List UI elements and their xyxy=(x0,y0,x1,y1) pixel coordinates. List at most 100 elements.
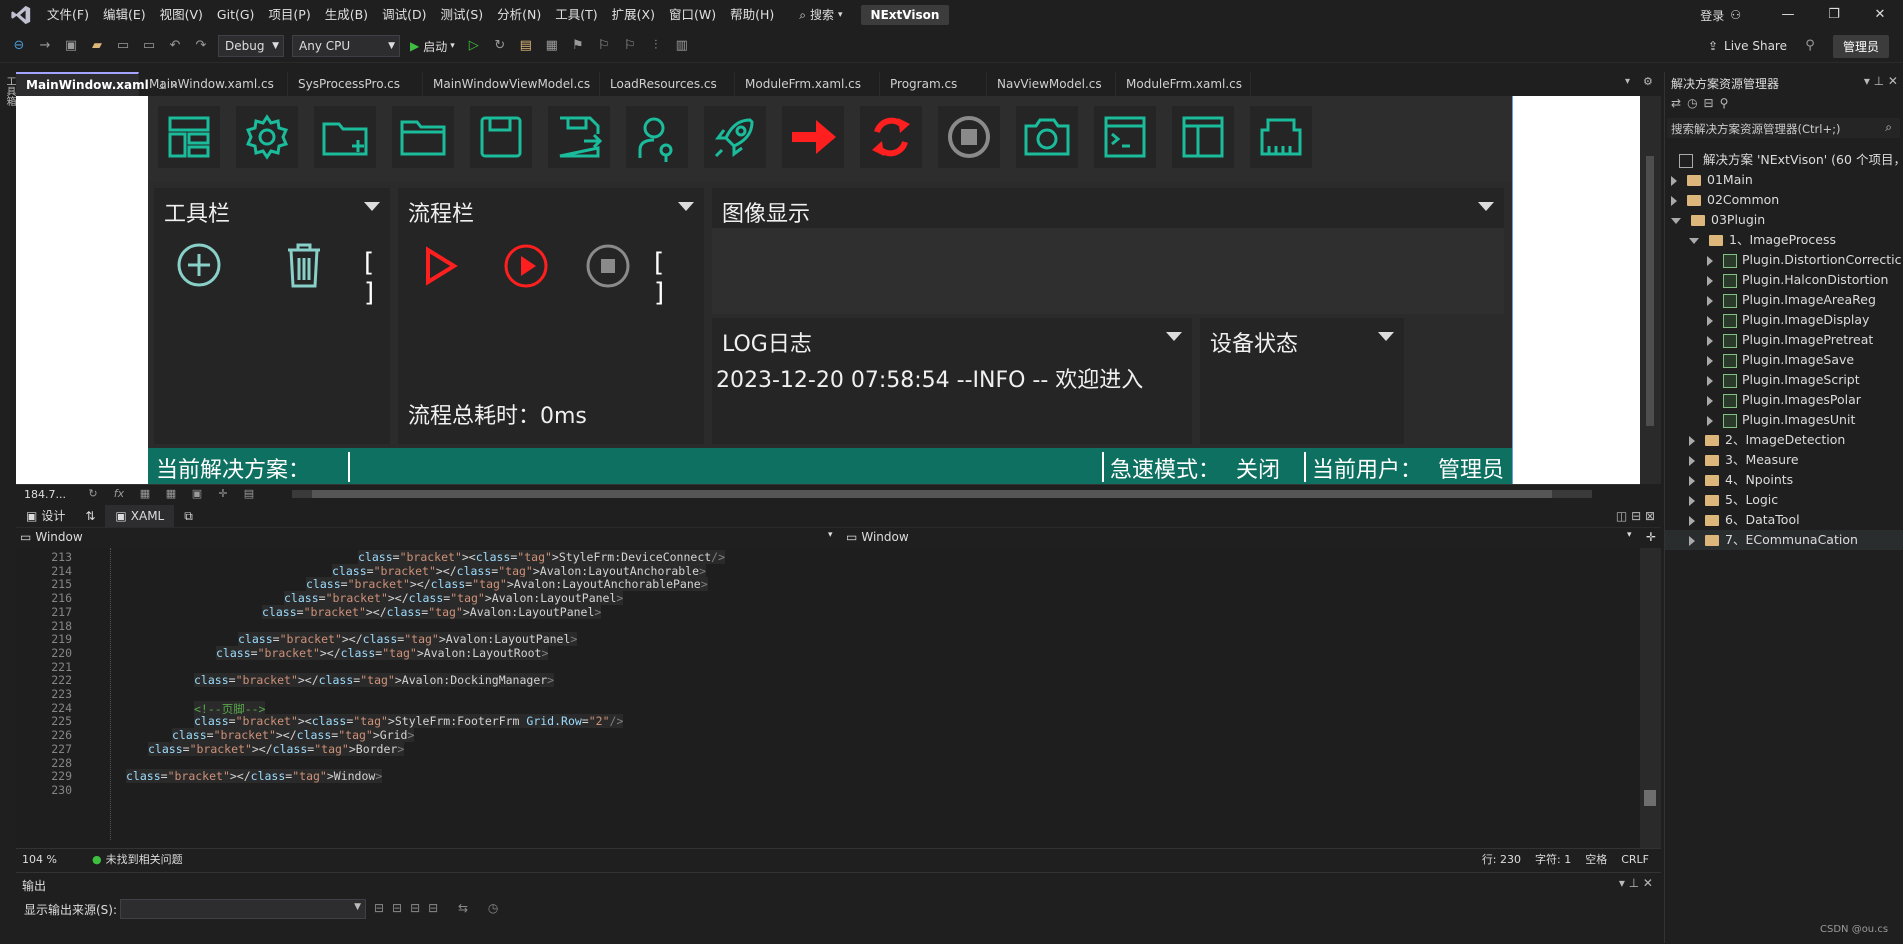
visual-studio-logo-icon[interactable] xyxy=(10,4,32,26)
tree-project-item[interactable]: Plugin.HalconDistortion xyxy=(1707,270,1888,290)
document-tab[interactable]: ModuleFrm.xaml.cs xyxy=(1116,72,1251,96)
swap-panes-icon[interactable]: ⇅ xyxy=(75,505,105,527)
panel-controls[interactable]: ▾ ⊥ ✕ xyxy=(1864,74,1898,88)
tree-folder-item[interactable]: 02Common xyxy=(1671,190,1779,210)
menu-item[interactable]: 文件(F) xyxy=(40,0,96,30)
xaml-code-editor[interactable]: 213 class="bracket"><class="tag">StyleFrm… xyxy=(16,548,1640,850)
stop-icon[interactable] xyxy=(938,106,1000,168)
element-selector-right[interactable]: ▭ Window xyxy=(846,530,909,544)
sync-icon[interactable]: ⇄ xyxy=(1671,96,1687,110)
flow-panel-caret-icon[interactable] xyxy=(678,202,694,211)
menu-item[interactable]: 帮助(H) xyxy=(723,0,781,30)
menu-item[interactable]: 调试(D) xyxy=(375,0,433,30)
bookmark-icon[interactable]: ⚑ xyxy=(567,35,589,57)
code-line[interactable]: class="bracket"></class="tag">Grid> xyxy=(172,728,415,743)
tree-project-item[interactable]: Plugin.ImageSave xyxy=(1707,350,1854,370)
add-circle-icon[interactable] xyxy=(174,240,224,290)
search-menu[interactable]: ⌕ 搜索 ▾ xyxy=(791,0,850,30)
artboard-icon[interactable]: ▣ xyxy=(186,483,208,505)
bracket-icon[interactable]: [ ] xyxy=(654,248,704,308)
element-selector-left[interactable]: ▭ Window xyxy=(20,530,83,544)
output-controls[interactable]: ▾ ⊥ ✕ xyxy=(1619,876,1653,890)
tree-project-item[interactable]: Plugin.ImagesUnit xyxy=(1707,410,1855,430)
fx-icon[interactable]: fx xyxy=(108,483,130,505)
document-tab[interactable]: SysProcessPro.cs xyxy=(288,72,423,96)
editor-vertical-scrollbar[interactable] xyxy=(1640,548,1661,848)
folder-icon[interactable] xyxy=(392,106,454,168)
tree-folder-item[interactable]: 03Plugin xyxy=(1671,210,1765,230)
tree-project-item[interactable]: Plugin.ImageDisplay xyxy=(1707,310,1869,330)
snap-icon[interactable]: ✛ xyxy=(212,483,234,505)
tools-panel-caret-icon[interactable] xyxy=(364,202,380,211)
collapsed-arrow-icon[interactable] xyxy=(1671,195,1677,206)
collapsed-arrow-icon[interactable] xyxy=(1689,435,1695,446)
solution-search-box[interactable]: 搜索解决方案资源管理器(Ctrl+;) ⌕ xyxy=(1667,118,1900,138)
start-without-debug-icon[interactable]: ▷ xyxy=(463,35,485,57)
align-icon[interactable]: ⫶ xyxy=(645,35,667,57)
collapsed-arrow-icon[interactable] xyxy=(1707,255,1713,266)
code-line[interactable]: class="bracket"></class="tag">Avalon:Lay… xyxy=(306,577,708,592)
menu-item[interactable]: 扩展(X) xyxy=(605,0,662,30)
document-tab[interactable]: MainWindowViewModel.cs xyxy=(423,72,600,96)
refresh-icon[interactable] xyxy=(860,106,922,168)
close-window-button[interactable]: ✕ xyxy=(1857,0,1903,30)
tree-folder-item[interactable]: 6、DataTool xyxy=(1689,510,1800,530)
char-indicator[interactable]: 字符: 1 xyxy=(1535,851,1571,867)
code-line[interactable]: class="bracket"></class="tag">Avalon:Lay… xyxy=(284,591,624,606)
minimize-button[interactable]: — xyxy=(1765,0,1811,30)
log-panel-caret-icon[interactable] xyxy=(1166,332,1182,341)
refresh-icon[interactable]: ↻ xyxy=(82,483,104,505)
collapsed-arrow-icon[interactable] xyxy=(1707,395,1713,406)
menu-item[interactable]: Git(G) xyxy=(210,0,262,30)
menu-item[interactable]: 生成(B) xyxy=(318,0,375,30)
collapsed-arrow-icon[interactable] xyxy=(1689,495,1695,506)
tree-folder-item[interactable]: 7、ECommunaCation xyxy=(1665,530,1903,550)
chevron-down-icon[interactable]: ▾ xyxy=(828,530,833,540)
collapsed-arrow-icon[interactable] xyxy=(1707,315,1713,326)
new-project-icon[interactable]: ▣ xyxy=(60,35,82,57)
whitespace-indicator[interactable]: 空格 xyxy=(1585,851,1607,867)
layout-icon[interactable]: ▦ xyxy=(541,35,563,57)
run-once-icon[interactable] xyxy=(420,244,460,288)
menu-item[interactable]: 分析(N) xyxy=(490,0,548,30)
bookmark-next-icon[interactable]: ⚐ xyxy=(619,35,641,57)
redo-icon[interactable]: ↷ xyxy=(190,35,212,57)
hot-reload-icon[interactable]: ↻ xyxy=(489,35,511,57)
collapsed-arrow-icon[interactable] xyxy=(1689,455,1695,466)
code-line[interactable]: class="bracket"></class="tag">Avalon:Doc… xyxy=(194,673,555,688)
tab-xaml[interactable]: ▣ XAML xyxy=(105,505,175,527)
tree-project-item[interactable]: Plugin.ImagePretreat xyxy=(1707,330,1873,350)
collapsed-arrow-icon[interactable] xyxy=(1707,335,1713,346)
undo-icon[interactable]: ↶ xyxy=(164,35,186,57)
pane-split-icons[interactable]: ◫ ⊟ ⊠ xyxy=(1616,509,1655,523)
output-source-select[interactable]: ▼ xyxy=(120,899,366,919)
network-icon[interactable] xyxy=(1250,106,1312,168)
folder-add-icon[interactable] xyxy=(314,106,376,168)
document-tab[interactable]: Program.cs xyxy=(880,72,987,96)
stop-flow-icon[interactable] xyxy=(584,242,632,290)
back-icon[interactable]: ⊖ xyxy=(8,35,30,57)
save-icon[interactable] xyxy=(470,106,532,168)
image-display-caret-icon[interactable] xyxy=(1478,202,1494,211)
document-tab[interactable]: LoadResources.cs xyxy=(600,72,735,96)
tree-folder-item[interactable]: 1、ImageProcess xyxy=(1689,230,1836,250)
gear-icon[interactable] xyxy=(236,106,298,168)
tree-project-item[interactable]: Plugin.ImageAreaReg xyxy=(1707,290,1876,310)
device-status-caret-icon[interactable] xyxy=(1378,332,1394,341)
chart-icon[interactable]: ▥ xyxy=(671,35,693,57)
collapsed-arrow-icon[interactable] xyxy=(1707,275,1713,286)
solution-root[interactable]: 解决方案 'NExtVison' (60 个项目，共 xyxy=(1679,150,1903,170)
save-as-icon[interactable] xyxy=(548,106,610,168)
output-toolbar-icons[interactable]: ⊟⊟⊟⊟ ⇆ ◷ xyxy=(374,901,506,915)
chevron-down-icon[interactable]: ▾ xyxy=(1627,530,1632,540)
save-icon[interactable]: ▭ xyxy=(112,35,134,57)
collapse-icon[interactable]: ⊟ xyxy=(1704,96,1720,110)
split-pane-icon[interactable]: ✛ xyxy=(1646,530,1656,544)
code-line[interactable]: class="bracket"><class="tag">StyleFrm:De… xyxy=(358,550,726,564)
editor-zoom-select[interactable]: 104 % xyxy=(16,853,78,866)
code-line[interactable]: class="bracket"></class="tag">Avalon:Lay… xyxy=(262,604,602,619)
login-link[interactable]: 登录 xyxy=(1700,7,1724,24)
code-line[interactable]: class="bracket"></class="tag">Avalon:Lay… xyxy=(332,563,706,578)
toolbox-strip[interactable]: 工具箱 xyxy=(0,72,16,942)
account-icon[interactable]: ⚇ xyxy=(1730,8,1741,22)
